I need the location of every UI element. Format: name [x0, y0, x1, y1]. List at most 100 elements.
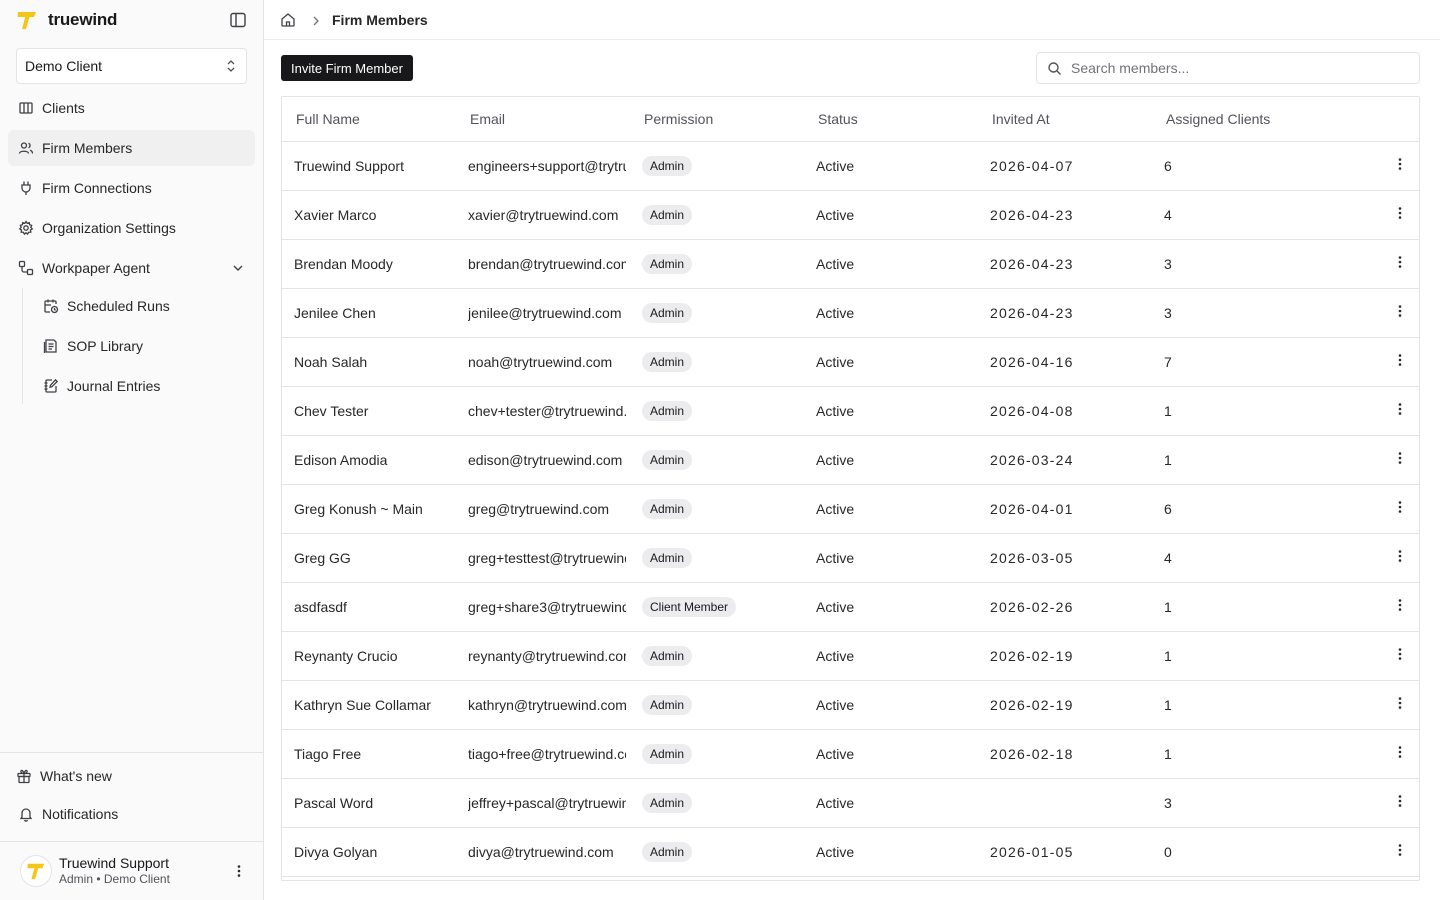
sidebar-item-workpaper-agent[interactable]: Workpaper Agent	[8, 250, 255, 286]
search-input[interactable]	[1071, 60, 1409, 76]
row-actions-more-vertical-icon[interactable]	[1392, 842, 1408, 858]
permission-badge: Admin	[642, 449, 693, 470]
cell-actions	[1326, 729, 1419, 779]
home-icon[interactable]	[280, 12, 296, 28]
row-actions-more-vertical-icon[interactable]	[1392, 352, 1408, 368]
permission-badge: Admin	[642, 204, 693, 225]
sidebar-item-scheduled-runs[interactable]: Scheduled Runs	[33, 288, 255, 324]
cell-invited-at: 2026-02-26	[978, 582, 1152, 632]
user-profile[interactable]: Truewind Support Admin • Demo Client	[0, 841, 263, 900]
row-actions-more-vertical-icon[interactable]	[1392, 254, 1408, 270]
column-header-status[interactable]: Status	[804, 97, 978, 142]
invite-firm-member-button[interactable]: Invite Firm Member	[281, 55, 413, 81]
sidebar-item-notifications[interactable]: Notifications	[8, 797, 255, 831]
cell-permission: Admin	[630, 141, 804, 191]
cell-permission: Admin	[630, 239, 804, 289]
sidebar-item-sop-library[interactable]: SOP Library	[33, 328, 255, 364]
permission-badge: Client Member	[642, 596, 737, 617]
row-actions-more-vertical-icon[interactable]	[1392, 499, 1408, 515]
row-actions-more-vertical-icon[interactable]	[1392, 156, 1408, 172]
search-box[interactable]	[1036, 52, 1420, 84]
client-select[interactable]: Demo Client	[16, 48, 247, 84]
table-row[interactable]: asdfasdf greg+share3@trytruewind.com Cli…	[282, 582, 1419, 632]
permission-badge: Admin	[642, 743, 693, 764]
table-row[interactable]: Edison Amodia edison@trytruewind.com Adm…	[282, 435, 1419, 485]
sidebar-item-clients[interactable]: Clients	[8, 90, 255, 126]
cell-status: Active	[804, 239, 978, 289]
table-row[interactable]: Reynanty Crucio reynanty@trytruewind.com…	[282, 631, 1419, 681]
sidebar-item-label: Scheduled Runs	[67, 298, 170, 314]
cell-invited-at: 2026-04-23	[978, 190, 1152, 240]
table-row[interactable]: Greg GG greg+testtest@trytruewind.com Ad…	[282, 533, 1419, 583]
table-row[interactable]: Noah Salah noah@trytruewind.com Admin Ac…	[282, 337, 1419, 387]
table-row[interactable]: Greg Konush ~ Main greg@trytruewind.com …	[282, 484, 1419, 534]
cell-assigned-clients: 6	[1152, 484, 1326, 534]
cell-full-name: Tiago Free	[282, 729, 456, 779]
cell-status: Active	[804, 337, 978, 387]
cell-invited-at: 2026-04-08	[978, 386, 1152, 436]
cell-assigned-clients: 1	[1152, 680, 1326, 730]
column-header-full-name[interactable]: Full Name	[282, 97, 456, 142]
cell-assigned-clients: 1	[1152, 631, 1326, 681]
user-meta: Truewind Support Admin • Demo Client	[59, 855, 170, 887]
cell-full-name: Kathryn Sue Collamar	[282, 680, 456, 730]
row-actions-more-vertical-icon[interactable]	[1392, 695, 1408, 711]
email-text: engineers+support@trytruewind.com	[468, 157, 626, 174]
column-header-permission[interactable]: Permission	[630, 97, 804, 142]
row-actions-more-vertical-icon[interactable]	[1392, 744, 1408, 760]
row-actions-more-vertical-icon[interactable]	[1392, 597, 1408, 613]
email-text: noah@trytruewind.com	[468, 353, 613, 370]
table-row[interactable]: Brendan Moody brendan@trytruewind.com Ad…	[282, 239, 1419, 289]
cell-permission: Admin	[630, 827, 804, 877]
row-actions-more-vertical-icon[interactable]	[1392, 205, 1408, 221]
cell-invited-at: 2026-02-18	[978, 729, 1152, 779]
cell-assigned-clients: 7	[1152, 337, 1326, 387]
table-row[interactable]: Chev Tester chev+tester@trytruewind.com …	[282, 386, 1419, 436]
table-row[interactable]: Divya Golyan divya@trytruewind.com Admin…	[282, 827, 1419, 877]
column-header-assigned-clients[interactable]: Assigned Clients	[1152, 97, 1326, 142]
email-text: jenilee@trytruewind.com	[468, 304, 622, 321]
sidebar-item-label: Journal Entries	[67, 378, 161, 394]
cell-assigned-clients: 1	[1152, 435, 1326, 485]
cell-full-name: Brendan Moody	[282, 239, 456, 289]
more-vertical-icon[interactable]	[231, 863, 247, 879]
column-header-email[interactable]: Email	[456, 97, 630, 142]
cell-status: Active	[804, 533, 978, 583]
column-header-invited-at[interactable]: Invited At	[978, 97, 1152, 142]
cell-permission: Admin	[630, 533, 804, 583]
cell-email: edison@trytruewind.com	[456, 435, 630, 485]
cell-status: Active	[804, 386, 978, 436]
cell-email: tiago+free@trytruewind.com	[456, 729, 630, 779]
sidebar-item-journal-entries[interactable]: Journal Entries	[33, 368, 255, 404]
row-actions-more-vertical-icon[interactable]	[1392, 401, 1408, 417]
table-row[interactable]: Xavier Marco xavier@trytruewind.com Admi…	[282, 190, 1419, 240]
table-row[interactable]: Pascal Word jeffrey+pascal@trytruewind.c…	[282, 778, 1419, 828]
sidebar-item-whats-new[interactable]: What's new	[8, 759, 255, 793]
row-actions-more-vertical-icon[interactable]	[1392, 548, 1408, 564]
table-row[interactable]: Tiago Free tiago+free@trytruewind.com Ad…	[282, 729, 1419, 779]
table-row[interactable]: Kathryn Sue Collamar kathryn@trytruewind…	[282, 680, 1419, 730]
building-icon	[18, 100, 34, 116]
row-actions-more-vertical-icon[interactable]	[1392, 793, 1408, 809]
row-actions-more-vertical-icon[interactable]	[1392, 303, 1408, 319]
chevron-right-icon	[310, 14, 322, 26]
email-text: brendan@trytruewind.com	[468, 255, 626, 272]
cell-invited-at: 2026-04-07	[978, 141, 1152, 191]
notebook-pen-icon	[43, 378, 59, 394]
row-actions-more-vertical-icon[interactable]	[1392, 450, 1408, 466]
cell-full-name: Pascal Word	[282, 778, 456, 828]
row-actions-more-vertical-icon[interactable]	[1392, 646, 1408, 662]
cell-actions	[1326, 827, 1419, 877]
table-row[interactable]: Truewind Support engineers+support@trytr…	[282, 141, 1419, 191]
cell-full-name: Xavier Marco	[282, 190, 456, 240]
email-text: reynanty@trytruewind.com	[468, 647, 626, 664]
sidebar-item-firm-connections[interactable]: Firm Connections	[8, 170, 255, 206]
email-text: xavier@trytruewind.com	[468, 206, 619, 223]
sidebar-toggle-icon[interactable]	[229, 11, 247, 29]
cell-email: greg+testtest@trytruewind.com	[456, 533, 630, 583]
email-text: divya@trytruewind.com	[468, 843, 614, 860]
sidebar-item-organization-settings[interactable]: Organization Settings	[8, 210, 255, 246]
brand-name: truewind	[48, 10, 118, 29]
table-row[interactable]: Jenilee Chen jenilee@trytruewind.com Adm…	[282, 288, 1419, 338]
sidebar-item-firm-members[interactable]: Firm Members	[8, 130, 255, 166]
